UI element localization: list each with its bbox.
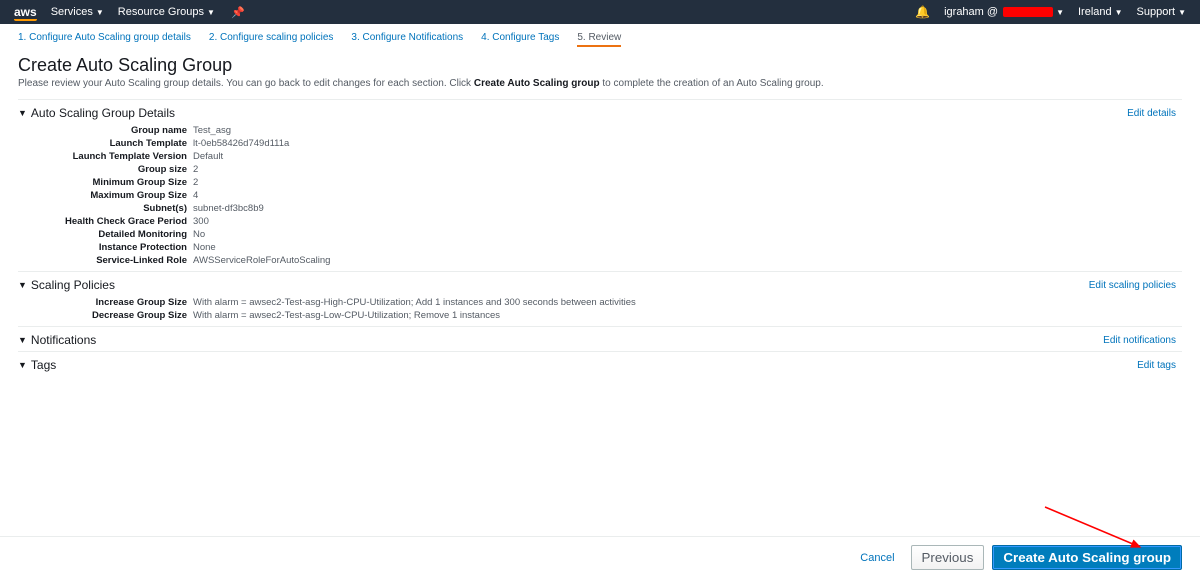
kv-row: Decrease Group SizeWith alarm = awsec2-T… [18, 309, 1182, 322]
kv-row: Service-Linked RoleAWSServiceRoleForAuto… [18, 254, 1182, 267]
step-3[interactable]: 3. Configure Notifications [351, 32, 463, 47]
kv-val: 300 [193, 215, 209, 228]
step-2[interactable]: 2. Configure scaling policies [209, 32, 334, 47]
collapse-toggle-icon[interactable]: ▼ [18, 108, 27, 118]
kv-val: With alarm = awsec2-Test-asg-Low-CPU-Uti… [193, 309, 500, 322]
kv-val: 2 [193, 176, 198, 189]
page-subtitle: Please review your Auto Scaling group de… [18, 78, 1182, 89]
kv-row: Maximum Group Size4 [18, 189, 1182, 202]
edit-notifications-link[interactable]: Edit notifications [1103, 335, 1176, 346]
nav-user-prefix: igraham @ [944, 6, 998, 18]
kv-val: Test_asg [193, 124, 231, 137]
wizard-steps: 1. Configure Auto Scaling group details … [0, 24, 1200, 51]
kv-row: Instance ProtectionNone [18, 241, 1182, 254]
kv-key: Detailed Monitoring [18, 228, 193, 241]
subtitle-pre: Please review your Auto Scaling group de… [18, 78, 474, 89]
kv-row: Health Check Grace Period300 [18, 215, 1182, 228]
page-title: Create Auto Scaling Group [18, 55, 1182, 76]
nav-region-label: Ireland [1078, 6, 1112, 18]
kv-key: Instance Protection [18, 241, 193, 254]
caret-down-icon: ▼ [96, 8, 104, 17]
kv-val: subnet-df3bc8b9 [193, 202, 264, 215]
nav-region[interactable]: Ireland ▼ [1078, 6, 1123, 18]
nav-account[interactable]: igraham @ ▼ [944, 6, 1064, 18]
kv-key: Group name [18, 124, 193, 137]
kv-row: Subnet(s)subnet-df3bc8b9 [18, 202, 1182, 215]
collapse-toggle-icon[interactable]: ▼ [18, 280, 27, 290]
kv-key: Health Check Grace Period [18, 215, 193, 228]
section-title-policies: Scaling Policies [31, 278, 1089, 292]
kv-key: Decrease Group Size [18, 309, 193, 322]
edit-tags-link[interactable]: Edit tags [1137, 360, 1176, 371]
caret-down-icon: ▼ [1115, 8, 1123, 17]
redacted-account [1003, 7, 1053, 17]
section-title-notifications: Notifications [31, 333, 1103, 347]
nav-left: aws Services ▼ Resource Groups ▼ 📌 [14, 5, 245, 20]
kv-val: lt-0eb58426d749d111a [193, 137, 289, 150]
edit-policies-link[interactable]: Edit scaling policies [1089, 280, 1176, 291]
kv-row: Group size2 [18, 163, 1182, 176]
kv-row: Launch Template VersionDefault [18, 150, 1182, 163]
section-title-tags: Tags [31, 358, 1137, 372]
create-auto-scaling-group-button[interactable]: Create Auto Scaling group [992, 545, 1182, 570]
kv-val: 2 [193, 163, 198, 176]
kv-key: Launch Template Version [18, 150, 193, 163]
kv-key: Subnet(s) [18, 202, 193, 215]
kv-key: Launch Template [18, 137, 193, 150]
collapse-toggle-icon[interactable]: ▼ [18, 360, 27, 370]
section-asg-details: ▼ Auto Scaling Group Details Edit detail… [18, 99, 1182, 271]
nav-support-label: Support [1137, 6, 1176, 18]
wizard-footer: Cancel Previous Create Auto Scaling grou… [0, 536, 1200, 570]
subtitle-post: to complete the creation of an Auto Scal… [600, 78, 824, 89]
step-5[interactable]: 5. Review [577, 32, 621, 47]
section-scaling-policies: ▼ Scaling Policies Edit scaling policies… [18, 271, 1182, 326]
page-content: Create Auto Scaling Group Please review … [0, 51, 1200, 376]
section-header-notifications: ▼ Notifications Edit notifications [18, 333, 1182, 347]
section-notifications: ▼ Notifications Edit notifications [18, 326, 1182, 351]
aws-navbar: aws Services ▼ Resource Groups ▼ 📌 🔔 igr… [0, 0, 1200, 24]
kv-key: Maximum Group Size [18, 189, 193, 202]
kv-row: Increase Group SizeWith alarm = awsec2-T… [18, 296, 1182, 309]
section-title-details: Auto Scaling Group Details [31, 106, 1127, 120]
kv-row: Minimum Group Size2 [18, 176, 1182, 189]
kv-key: Increase Group Size [18, 296, 193, 309]
nav-right: 🔔 igraham @ ▼ Ireland ▼ Support ▼ [915, 5, 1186, 19]
bell-icon[interactable]: 🔔 [915, 5, 930, 19]
step-4[interactable]: 4. Configure Tags [481, 32, 559, 47]
aws-logo[interactable]: aws [14, 5, 37, 20]
kv-val: AWSServiceRoleForAutoScaling [193, 254, 330, 267]
kv-val: With alarm = awsec2-Test-asg-High-CPU-Ut… [193, 296, 636, 309]
section-tags: ▼ Tags Edit tags [18, 351, 1182, 376]
kv-val: 4 [193, 189, 198, 202]
subtitle-bold: Create Auto Scaling group [474, 78, 600, 89]
collapse-toggle-icon[interactable]: ▼ [18, 335, 27, 345]
section-header-details: ▼ Auto Scaling Group Details Edit detail… [18, 106, 1182, 120]
caret-down-icon: ▼ [1178, 8, 1186, 17]
section-header-policies: ▼ Scaling Policies Edit scaling policies [18, 278, 1182, 292]
section-header-tags: ▼ Tags Edit tags [18, 358, 1182, 372]
kv-row: Detailed MonitoringNo [18, 228, 1182, 241]
details-grid: Group nameTest_asg Launch Templatelt-0eb… [18, 124, 1182, 267]
kv-val: No [193, 228, 205, 241]
kv-key: Group size [18, 163, 193, 176]
pin-icon[interactable]: 📌 [231, 6, 245, 19]
kv-row: Group nameTest_asg [18, 124, 1182, 137]
nav-resource-groups-label: Resource Groups [118, 6, 204, 18]
cancel-button[interactable]: Cancel [852, 548, 902, 568]
kv-key: Service-Linked Role [18, 254, 193, 267]
nav-services-label: Services [51, 6, 93, 18]
policies-grid: Increase Group SizeWith alarm = awsec2-T… [18, 296, 1182, 322]
caret-down-icon: ▼ [1056, 8, 1064, 17]
kv-key: Minimum Group Size [18, 176, 193, 189]
nav-resource-groups[interactable]: Resource Groups ▼ [118, 6, 215, 18]
edit-details-link[interactable]: Edit details [1127, 108, 1176, 119]
nav-support[interactable]: Support ▼ [1137, 6, 1186, 18]
previous-button[interactable]: Previous [911, 545, 985, 570]
step-1[interactable]: 1. Configure Auto Scaling group details [18, 32, 191, 47]
kv-val: None [193, 241, 216, 254]
kv-val: Default [193, 150, 223, 163]
caret-down-icon: ▼ [207, 8, 215, 17]
nav-services[interactable]: Services ▼ [51, 6, 104, 18]
kv-row: Launch Templatelt-0eb58426d749d111a [18, 137, 1182, 150]
